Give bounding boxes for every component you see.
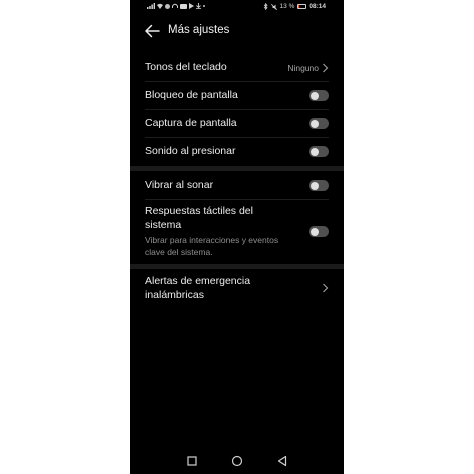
- battery-fill: [298, 5, 300, 8]
- dot-icon: [203, 5, 205, 7]
- download-icon: [196, 3, 201, 9]
- setting-label-line2: inalámbricas: [145, 289, 204, 301]
- screen-lock-toggle[interactable]: [309, 90, 329, 101]
- setting-screen-lock-sound[interactable]: Bloqueo de pantalla: [130, 84, 344, 108]
- recents-square-icon[interactable]: [185, 454, 199, 468]
- group-separator: [130, 166, 344, 171]
- divider: [145, 199, 329, 200]
- app-header: Más ajustes: [130, 20, 344, 44]
- setting-label: Vibrar al sonar: [145, 179, 214, 191]
- toggle-knob: [310, 181, 319, 190]
- setting-label-line1: Respuestas táctiles del: [145, 205, 253, 217]
- toggle-knob: [310, 227, 319, 236]
- divider: [145, 137, 329, 138]
- setting-value: Ninguno: [287, 63, 319, 73]
- vibrate-toggle[interactable]: [309, 180, 329, 191]
- haptics-toggle[interactable]: [309, 226, 329, 237]
- headphones-icon: [172, 3, 178, 8]
- divider: [145, 109, 329, 110]
- setting-label: Captura de pantalla: [145, 117, 237, 129]
- group-separator: [130, 264, 344, 269]
- signal-icon: [147, 3, 155, 9]
- setting-description-line1: Vibrar para interacciones y eventos: [145, 235, 279, 245]
- wifi-icon: [157, 3, 163, 9]
- back-triangle-icon[interactable]: [275, 454, 289, 468]
- bluetooth-icon: [263, 3, 268, 10]
- setting-screenshot-sound[interactable]: Captura de pantalla: [130, 112, 344, 136]
- status-right-icons: 13 % 08:14: [263, 3, 326, 10]
- page-title: Más ajustes: [168, 24, 230, 36]
- setting-wireless-emergency-alerts[interactable]: Alertas de emergencia inalámbricas: [130, 271, 344, 307]
- setting-label: Bloqueo de pantalla: [145, 89, 238, 101]
- battery-icon: [297, 4, 307, 9]
- divider: [145, 81, 329, 82]
- chevron-right-icon: [323, 283, 329, 293]
- touch-sound-toggle[interactable]: [309, 146, 329, 157]
- toggle-knob: [310, 91, 319, 100]
- screenshot-toggle[interactable]: [309, 118, 329, 129]
- play-icon: [189, 3, 194, 9]
- status-time: 08:14: [309, 3, 326, 10]
- status-left-icons: [147, 3, 205, 9]
- setting-system-haptics[interactable]: Respuestas táctiles del sistema Vibrar p…: [130, 202, 344, 262]
- youtube-icon: [180, 3, 187, 9]
- chevron-right-icon: [323, 63, 329, 73]
- home-circle-icon[interactable]: [230, 454, 244, 468]
- setting-touch-sound[interactable]: Sonido al presionar: [130, 140, 344, 164]
- setting-description-line2: clave del sistema.: [145, 247, 213, 257]
- setting-keyboard-tones[interactable]: Tonos del teclado Ninguno: [130, 56, 344, 80]
- whatsapp-icon: [165, 3, 170, 9]
- setting-label: Tonos del teclado: [145, 61, 227, 73]
- setting-label: Sonido al presionar: [145, 145, 236, 157]
- battery-text: 13 %: [279, 3, 295, 10]
- arrow-left-icon[interactable]: [144, 24, 160, 38]
- setting-label-line1: Alertas de emergencia: [145, 275, 251, 287]
- status-bar: 13 % 08:14: [130, 0, 344, 14]
- toggle-knob: [310, 119, 319, 128]
- toggle-knob: [310, 147, 319, 156]
- navigation-bar: [130, 450, 344, 474]
- mute-icon: [270, 3, 277, 10]
- setting-label-line2: sistema: [145, 219, 182, 231]
- phone-screen: 13 % 08:14 Más ajustes Tonos del teclado…: [130, 0, 344, 474]
- setting-vibrate-on-ring[interactable]: Vibrar al sonar: [130, 173, 344, 197]
